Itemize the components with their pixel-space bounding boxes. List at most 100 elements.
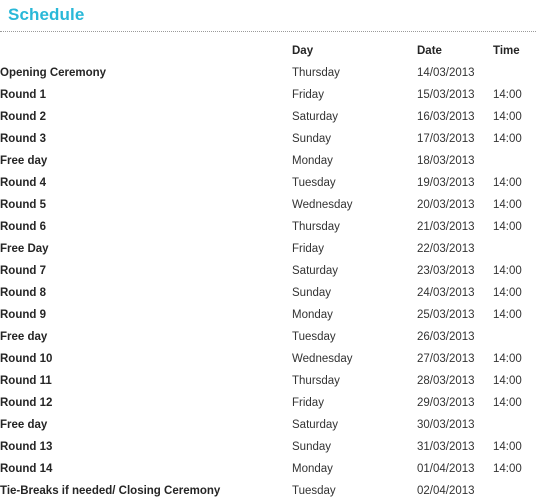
cell-time [493, 326, 536, 348]
table-row: Round 13 Sunday 31/03/2013 14:00 [0, 436, 536, 458]
column-header-date: Date [417, 45, 442, 57]
cell-event: Round 13 [0, 441, 53, 453]
table-row: Round 12 Friday 29/03/2013 14:00 [0, 392, 536, 414]
cell-date: 22/03/2013 [417, 243, 475, 255]
cell-day: Sunday [292, 133, 332, 145]
cell-day: Monday [292, 155, 333, 167]
cell-event: Round 14 [0, 463, 53, 475]
cell-time: 14:00 [493, 397, 522, 409]
cell-day: Sunday [292, 287, 332, 299]
cell-event: Free Day [0, 243, 49, 255]
cell-event: Round 6 [0, 221, 46, 233]
cell-date: 02/04/2013 [417, 485, 475, 497]
cell-time [493, 238, 536, 260]
cell-date: 16/03/2013 [417, 111, 475, 123]
table-row: Round 1 Friday 15/03/2013 14:00 [0, 84, 536, 106]
cell-event: Round 1 [0, 89, 46, 101]
cell-event: Tie-Breaks if needed/ Closing Ceremony [0, 485, 221, 497]
cell-date: 19/03/2013 [417, 177, 475, 189]
cell-time: 14:00 [493, 265, 522, 277]
cell-day: Saturday [292, 111, 339, 123]
cell-day: Tuesday [292, 485, 336, 497]
cell-day: Saturday [292, 419, 339, 431]
cell-event: Round 10 [0, 353, 53, 365]
cell-date: 28/03/2013 [417, 375, 475, 387]
cell-day: Saturday [292, 265, 339, 277]
cell-day: Thursday [292, 67, 340, 79]
cell-date: 31/03/2013 [417, 441, 475, 453]
table-header-row: Day Date Time [0, 40, 536, 62]
cell-time: 14:00 [493, 89, 522, 101]
table-row: Round 2 Saturday 16/03/2013 14:00 [0, 106, 536, 128]
cell-time: 14:00 [493, 353, 522, 365]
cell-time: 14:00 [493, 221, 522, 233]
cell-day: Tuesday [292, 177, 336, 189]
cell-date: 01/04/2013 [417, 463, 475, 475]
cell-day: Friday [292, 89, 324, 101]
cell-time: 14:00 [493, 111, 522, 123]
table-row: Round 9 Monday 25/03/2013 14:00 [0, 304, 536, 326]
cell-event: Round 7 [0, 265, 46, 277]
cell-date: 20/03/2013 [417, 199, 475, 211]
cell-event: Round 2 [0, 111, 46, 123]
cell-event: Free day [0, 155, 48, 167]
table-header: Day Date Time [0, 40, 536, 62]
cell-event: Round 3 [0, 133, 46, 145]
table-row: Round 3 Sunday 17/03/2013 14:00 [0, 128, 536, 150]
table-row: Free day Saturday 30/03/2013 [0, 414, 536, 436]
cell-date: 18/03/2013 [417, 155, 475, 167]
cell-time: 14:00 [493, 199, 522, 211]
table-row: Opening Ceremony Thursday 14/03/2013 [0, 62, 536, 84]
cell-event: Round 9 [0, 309, 46, 321]
table-row: Round 11 Thursday 28/03/2013 14:00 [0, 370, 536, 392]
table-row: Round 7 Saturday 23/03/2013 14:00 [0, 260, 536, 282]
cell-time: 14:00 [493, 375, 522, 387]
cell-day: Wednesday [292, 199, 353, 211]
cell-event: Opening Ceremony [0, 67, 107, 79]
cell-event: Round 11 [0, 375, 52, 387]
cell-event: Round 4 [0, 177, 46, 189]
cell-time: 14:00 [493, 309, 522, 321]
cell-date: 26/03/2013 [417, 331, 475, 343]
cell-date: 17/03/2013 [417, 133, 475, 145]
cell-time: 14:00 [493, 441, 522, 453]
cell-date: 24/03/2013 [417, 287, 475, 299]
cell-time: 14:00 [493, 133, 522, 145]
title-divider [0, 31, 536, 32]
cell-event: Round 12 [0, 397, 53, 409]
table-row: Free Day Friday 22/03/2013 [0, 238, 536, 260]
cell-date: 14/03/2013 [417, 67, 475, 79]
cell-day: Friday [292, 243, 324, 255]
cell-event: Free day [0, 331, 48, 343]
cell-event: Round 8 [0, 287, 46, 299]
cell-day: Monday [292, 463, 333, 475]
cell-day: Tuesday [292, 331, 336, 343]
schedule-table: Day Date Time Opening Ceremony Thursday 14… [0, 40, 536, 502]
cell-date: 30/03/2013 [417, 419, 475, 431]
table-row: Round 10 Wednesday 27/03/2013 14:00 [0, 348, 536, 370]
cell-time: 14:00 [493, 177, 522, 189]
cell-day: Friday [292, 397, 324, 409]
cell-time [493, 150, 536, 172]
table-row: Free day Tuesday 26/03/2013 [0, 326, 536, 348]
cell-date: 25/03/2013 [417, 309, 475, 321]
cell-time [493, 62, 536, 84]
cell-day: Thursday [292, 375, 340, 387]
cell-event: Free day [0, 419, 48, 431]
cell-day: Wednesday [292, 353, 353, 365]
table-row: Round 6 Thursday 21/03/2013 14:00 [0, 216, 536, 238]
cell-time: 14:00 [493, 463, 522, 475]
table-row: Round 4 Tuesday 19/03/2013 14:00 [0, 172, 536, 194]
column-header-event [0, 40, 292, 62]
cell-time [493, 480, 536, 502]
cell-day: Sunday [292, 441, 332, 453]
cell-date: 29/03/2013 [417, 397, 475, 409]
table-row: Free day Monday 18/03/2013 [0, 150, 536, 172]
cell-date: 15/03/2013 [417, 89, 475, 101]
table-row: Tie-Breaks if needed/ Closing Ceremony Tu… [0, 480, 536, 502]
table-row: Round 5 Wednesday 20/03/2013 14:00 [0, 194, 536, 216]
column-header-day: Day [292, 45, 314, 57]
column-header-time: Time [493, 45, 520, 57]
table-body: Opening Ceremony Thursday 14/03/2013 Round … [0, 62, 536, 502]
cell-time [493, 414, 536, 436]
